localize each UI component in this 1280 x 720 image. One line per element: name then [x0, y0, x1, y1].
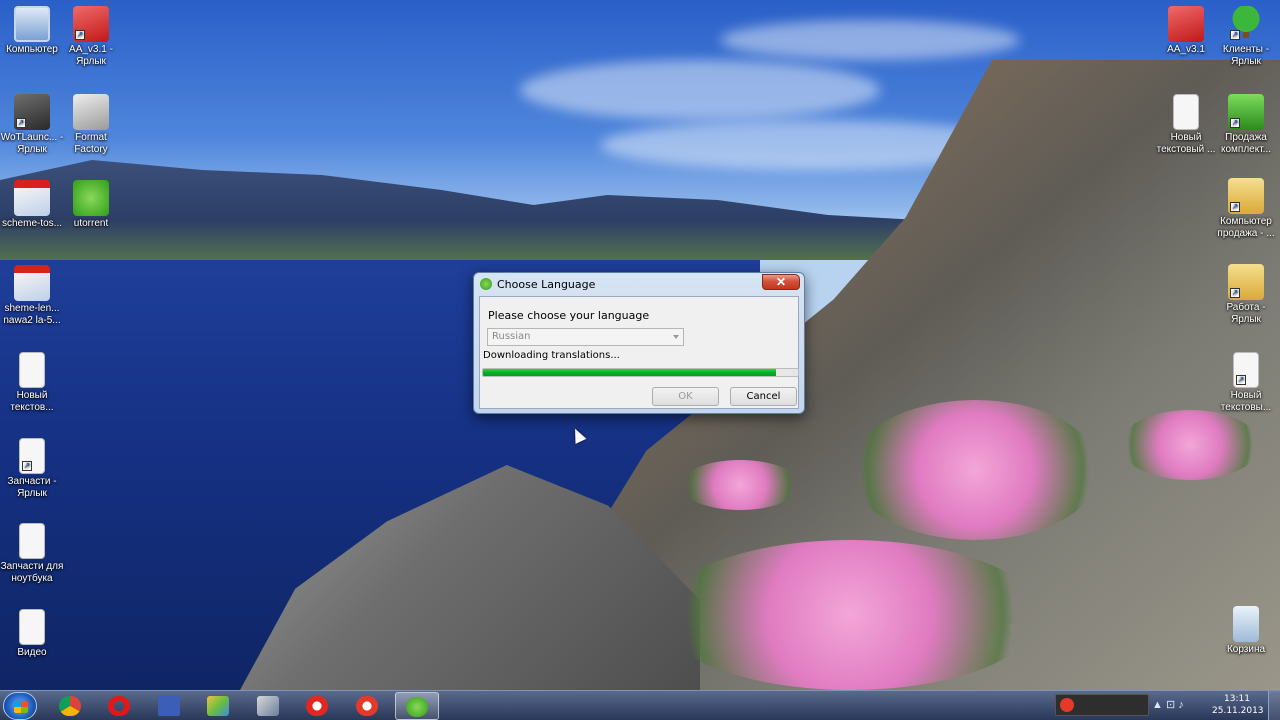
- download-progress-bar: [482, 368, 799, 377]
- desktop-icon-label: Новый текстовы...: [1220, 390, 1272, 413]
- battery-icon: ↗: [1228, 94, 1264, 130]
- text-file-icon: ↗: [19, 438, 45, 474]
- desktop-icon-aa[interactable]: ↗ AA_v3.1 - Ярлык: [59, 6, 123, 68]
- text-file-icon: [19, 352, 45, 388]
- aa-icon: [1168, 6, 1204, 42]
- desktop-icon-format-factory[interactable]: Format Factory: [59, 94, 123, 156]
- dialog-titlebar[interactable]: Choose Language: [474, 273, 804, 295]
- download-status: Downloading translations...: [483, 350, 620, 361]
- taskbar-utorrent[interactable]: [395, 692, 439, 720]
- desktop-icon-video[interactable]: Видео: [0, 609, 64, 659]
- desktop-icon-aa-right[interactable]: AA_v3.1: [1154, 6, 1218, 56]
- control-panel-icon: [257, 696, 279, 716]
- clock[interactable]: 13:11 25.11.2013: [1212, 693, 1264, 717]
- desktop-icon-label: sheme-len... nawa2 la-5...: [3, 303, 61, 326]
- desktop-icon-clients[interactable]: ↗ Клиенты - Ярлык: [1214, 6, 1278, 68]
- windows-logo-icon: [14, 701, 28, 713]
- taskbar: ▲ ⊡ ♪ 13:11 25.11.2013: [0, 690, 1280, 720]
- wot-icon: ↗: [14, 94, 50, 130]
- progress-fill: [483, 369, 776, 376]
- desktop-icon-wot[interactable]: ↗ WoTLaunc... - Ярлык: [0, 94, 64, 156]
- recorder-toolbar[interactable]: [1055, 694, 1149, 716]
- desktop-icon-label: Новый текстовый ...: [1156, 132, 1216, 155]
- desktop-icon-new-text-right-2[interactable]: ↗ Новый текстовы...: [1214, 352, 1278, 414]
- desktop-icon-label: Клиенты - Ярлык: [1222, 44, 1270, 67]
- folder-icon: ↗: [1228, 264, 1264, 300]
- start-button[interactable]: [3, 692, 37, 720]
- folder-icon: ↗: [1228, 178, 1264, 214]
- pdf-icon: [14, 180, 50, 216]
- desktop-icon-label: Format Factory: [74, 132, 108, 155]
- utorrent-icon: [480, 278, 492, 290]
- taskbar-control-panel[interactable]: [247, 692, 291, 720]
- desktop-icon-computer[interactable]: Компьютер: [0, 6, 64, 56]
- desktop-icon-label: Компьютер: [6, 44, 58, 55]
- tree-icon: ↗: [1228, 6, 1264, 42]
- desktop-icon-label: Работа - Ярлык: [1226, 302, 1266, 325]
- taskbar-yandex[interactable]: [296, 692, 340, 720]
- desktop-icon-sheme-pdf[interactable]: sheme-len... nawa2 la-5...: [0, 265, 64, 327]
- yandex-icon: [306, 696, 328, 716]
- desktop-icon-work[interactable]: ↗ Работа - Ярлык: [1214, 264, 1278, 326]
- record-icon: [356, 696, 378, 716]
- desktop-icon-sale-kit[interactable]: ↗ Продажа комплект...: [1214, 94, 1278, 156]
- chrome-icon: [59, 696, 81, 716]
- desktop-icon-label: AA_v3.1: [1167, 44, 1205, 55]
- language-select-value: Russian: [492, 331, 531, 342]
- desktop-icon-label: Продажа комплект...: [1220, 132, 1272, 155]
- desktop-icon-computer-sale[interactable]: ↗ Компьютер продажа - ...: [1214, 178, 1278, 240]
- utorrent-icon: [73, 180, 109, 216]
- ok-button[interactable]: OK: [652, 387, 719, 406]
- language-prompt: Please choose your language: [488, 309, 650, 322]
- taskbar-paint[interactable]: [197, 692, 241, 720]
- desktop-icon-label: Запчасти - Ярлык: [7, 476, 57, 499]
- taskbar-opera[interactable]: [98, 692, 142, 720]
- chevron-down-icon: [673, 335, 679, 339]
- desktop-icon-recycle-bin[interactable]: Корзина: [1214, 606, 1278, 656]
- choose-language-dialog: Choose Language ✕ Please choose your lan…: [473, 272, 805, 414]
- opera-icon: [108, 696, 130, 716]
- pdf-icon: [14, 265, 50, 301]
- text-file-icon: [1173, 94, 1199, 130]
- recycle-bin-icon: [1233, 606, 1259, 642]
- desktop-icon-utorrent[interactable]: utorrent: [59, 180, 123, 230]
- desktop-icon-label: scheme-tos...: [1, 218, 63, 229]
- utorrent-icon: [406, 697, 428, 717]
- taskbar-save[interactable]: [148, 692, 192, 720]
- language-select[interactable]: Russian: [487, 328, 684, 346]
- desktop-icon-label: Корзина: [1226, 644, 1266, 655]
- paint-icon: [207, 696, 229, 716]
- computer-icon: [14, 6, 50, 42]
- desktop-icon-parts-shortcut[interactable]: ↗ Запчасти - Ярлык: [0, 438, 64, 500]
- save-icon: [158, 696, 180, 716]
- desktop-icon-scheme-pdf[interactable]: scheme-tos...: [0, 180, 64, 230]
- clock-time: 13:11: [1224, 694, 1250, 704]
- show-desktop-button[interactable]: [1268, 691, 1280, 720]
- clock-date: 25.11.2013: [1212, 706, 1264, 716]
- desktop-icon-label: Видео: [17, 647, 47, 658]
- taskbar-chrome[interactable]: [49, 692, 93, 720]
- desktop-icon-label: Запчасти для ноутбука: [0, 561, 64, 584]
- text-file-icon: ↗: [1233, 352, 1259, 388]
- desktop-icon-laptop-parts[interactable]: Запчасти для ноутбука: [0, 523, 64, 585]
- desktop-icon-label: AA_v3.1 - Ярлык: [69, 44, 113, 67]
- desktop-icon-new-text[interactable]: Новый текстов...: [0, 352, 64, 414]
- close-button[interactable]: ✕: [762, 274, 800, 290]
- cancel-button[interactable]: Cancel: [730, 387, 797, 406]
- text-file-icon: [19, 609, 45, 645]
- dialog-title: Choose Language: [497, 277, 596, 291]
- desktop-icon-label: Новый текстов...: [10, 390, 54, 413]
- system-tray-icons[interactable]: ▲ ⊡ ♪: [1152, 698, 1184, 711]
- aa-icon: ↗: [73, 6, 109, 42]
- format-factory-icon: [73, 94, 109, 130]
- dialog-body: Please choose your language Russian Down…: [479, 296, 799, 409]
- desktop-icon-label: Компьютер продажа - ...: [1217, 216, 1275, 239]
- desktop-icon-label: WoTLaunc... - Ярлык: [0, 132, 64, 155]
- text-file-icon: [19, 523, 45, 559]
- desktop-icon-label: utorrent: [73, 218, 109, 229]
- taskbar-record[interactable]: [346, 692, 390, 720]
- record-icon: [1060, 698, 1074, 712]
- desktop-icon-new-text-right[interactable]: Новый текстовый ...: [1154, 94, 1218, 156]
